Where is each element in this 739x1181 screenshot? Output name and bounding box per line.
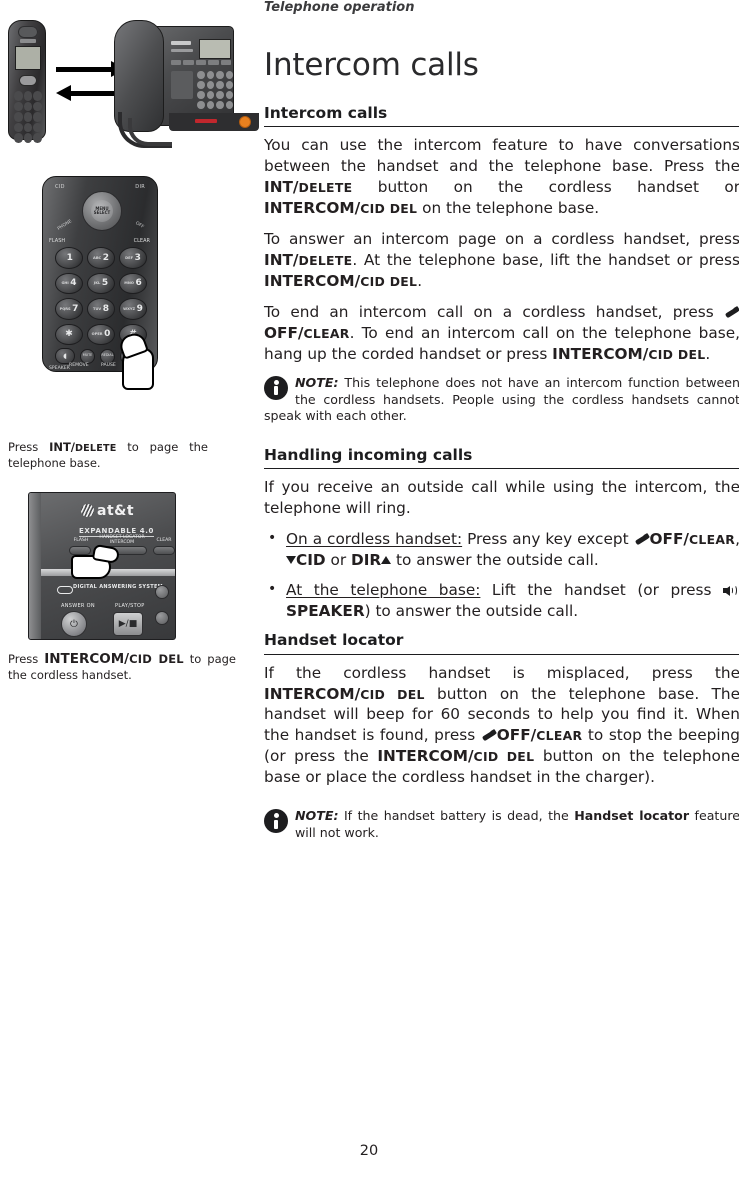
off-hook-handset-icon [724,306,739,319]
base-side-button-1 [155,585,169,599]
handset-navigation-ring: MENU SELECT [82,191,122,231]
label-dir: DIR [135,184,145,190]
content-flow: Intercom calls You can use the intercom … [264,104,739,842]
label-clear-base: CLEAR [156,538,172,543]
pointing-hand-icon [117,330,160,390]
key-3: DEF 3 [119,247,147,269]
label-phone: PHONE [56,219,73,232]
label-flash-base: FLASH [73,538,89,543]
paragraph-answer-intercom-page: To answer an intercom page on a cordless… [264,230,739,291]
page-title: Intercom calls [264,47,479,83]
section-heading-handling-incoming-calls: Handling incoming calls [264,446,739,470]
label-play-stop: PLAY/STOP [115,603,145,609]
off-hook-handset-icon [481,729,496,742]
base-side-button-2 [155,611,169,625]
left-figure-column: CID DIR MENU SELECT PHONE OFF FLASH CLEA… [0,0,259,1181]
handset-display [15,46,41,70]
base-answering-controls [171,71,193,99]
off-hook-handset-icon [634,533,649,546]
paragraph-end-intercom-call: To end an intercom call on a cordless ha… [264,303,739,363]
label-off: OFF [134,221,145,230]
handset-earpiece [18,26,38,38]
pointing-hand-base-icon [71,543,121,579]
label-pause: PAUSE [101,363,116,368]
base-closeup-body: at&t EXPANDABLE 4.0 FLASH HANDSET LOCATO… [28,492,176,640]
section-heading-intercom-calls: Intercom calls [264,104,739,128]
label-remove: REMOVE [69,363,89,368]
key-0: OPER 0 [87,323,115,345]
caption-page-telephone-base: Press INT/DELETE to page the telephone b… [8,440,209,470]
play-stop-button: ▶/■ [113,612,143,636]
list-item: At the telephone base: Lift the handset … [264,580,739,622]
note-no-handset-to-handset-intercom: NOTE: This telephone does not have an in… [264,375,739,425]
base-lower-panel [169,113,259,131]
base-function-keys [171,60,232,65]
base-side-edge [29,493,41,639]
bullet-lead-telephone-base: At the telephone base: [286,581,481,600]
base-red-label [195,119,217,123]
base-orange-button [239,116,251,128]
label-handset-locator: HANDSET LOCATOR INTERCOM [99,535,145,546]
key-star: ✱ [55,323,83,345]
section-heading-handset-locator: Handset locator [264,631,739,655]
key-7: PQRS 7 [55,298,83,320]
figure-handset-keypad: CID DIR MENU SELECT PHONE OFF FLASH CLEA… [34,176,176,398]
label-clear: CLEAR [133,238,150,244]
key-2: ABC 2 [87,247,115,269]
info-icon [264,375,288,400]
running-head: Telephone operation [264,0,415,15]
base-model-mark [171,49,193,52]
menu-select-button: MENU SELECT [91,200,113,222]
bullet-lead-cordless-handset: On a cordless handset: [286,530,463,549]
att-globe-icon [81,504,94,517]
clear-button [153,546,175,555]
triangle-down-icon [286,556,296,565]
mute-key: MUTE [80,348,95,364]
key-6: MNO 6 [119,272,147,294]
handset-brand-mark [20,39,36,43]
cordless-handset-illustration [8,20,46,143]
incoming-call-options-list: On a cordless handset: Press any key exc… [264,529,739,622]
key-9: WXYZ 9 [119,298,147,320]
page-number: 20 [359,1143,379,1159]
telephone-base-illustration [114,20,259,148]
digital-answering-system-label: DIGITAL ANSWERING SYSTEM [73,584,163,590]
answer-on-button: ⏻ [61,611,87,637]
label-cid: CID [55,184,65,190]
answering-system-icon [57,586,73,594]
manual-page: CID DIR MENU SELECT PHONE OFF FLASH CLEA… [0,0,739,1181]
key-8: TUV 8 [87,298,115,320]
redial-key: REDIAL [100,348,115,364]
list-item: On a cordless handset: Press any key exc… [264,529,739,571]
main-text-column: Telephone operation Intercom calls Inter… [264,0,739,1181]
key-5: JKL 5 [87,272,115,294]
handset-nav-pad [19,75,37,86]
label-flash: FLASH [49,238,66,244]
caption-page-cordless-handset: Press INTERCOM/CID DEL to page the cordl… [8,651,236,683]
note-text: NOTE: If the handset battery is dead, th… [295,808,739,841]
arrow-right-icon [56,61,126,77]
figure-base-closeup: at&t EXPANDABLE 4.0 FLASH HANDSET LOCATO… [18,492,176,642]
key-1: 1 [55,247,83,269]
base-brand-mark [171,41,191,45]
figure-handset-and-base [0,8,259,160]
label-answer-on: ANSWER ON [61,603,95,609]
att-logo: at&t [81,503,134,519]
triangle-up-icon [381,556,392,565]
paragraph-outside-call-while-intercom: If you receive an outside call while usi… [264,478,739,518]
base-display [199,39,231,59]
key-4: GHI 4 [55,272,83,294]
label-speaker: SPEAKER [49,366,70,371]
note-dead-battery: NOTE: If the handset battery is dead, th… [264,808,739,841]
handset-keypad [14,91,42,143]
base-dial-keypad [197,71,233,109]
paragraph-intercom-intro: You can use the intercom feature to have… [264,136,739,218]
paragraph-handset-locator: If the cordless handset is misplaced, pr… [264,663,739,787]
note-text: NOTE: This telephone does not have an in… [264,374,739,424]
speaker-icon [722,585,739,597]
speaker-key-icon: ◖ [55,348,75,364]
handset-number-keys: 1 ABC 2 DEF 3 GHI 4 JKL 5 MNO 6 PQRS 7 TUV 8 WX… [55,247,147,345]
